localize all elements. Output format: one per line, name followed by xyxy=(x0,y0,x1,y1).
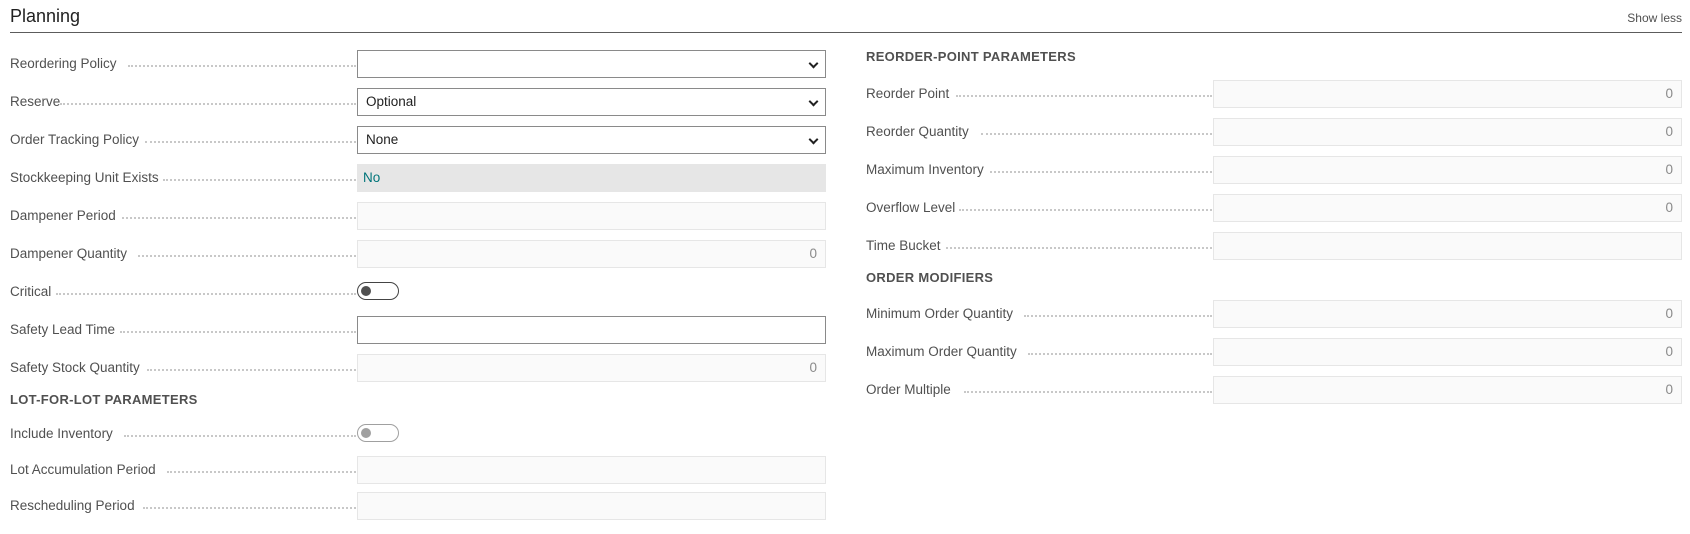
include-inventory-toggle xyxy=(357,424,399,442)
order-tracking-policy-select[interactable]: None xyxy=(357,126,826,154)
field-row-safety-stock-quantity: Safety Stock Quantity 0 xyxy=(10,354,826,382)
field-label: Time Bucket xyxy=(866,238,941,253)
dotted-leader xyxy=(145,141,356,143)
lot-for-lot-section-heading: LOT-FOR-LOT PARAMETERS xyxy=(10,392,198,407)
dotted-leader xyxy=(147,369,356,371)
dotted-leader xyxy=(946,247,1212,249)
field-row-time-bucket: Time Bucket xyxy=(866,232,1682,260)
field-row-overflow-level: Overflow Level 0 xyxy=(866,194,1682,222)
field-row-lot-accumulation-period: Lot Accumulation Period xyxy=(10,456,826,484)
dotted-leader xyxy=(163,179,356,181)
field-label: Critical xyxy=(10,284,52,299)
dampener-quantity-field: 0 xyxy=(357,240,826,268)
dotted-leader xyxy=(124,435,356,437)
time-bucket-field xyxy=(1213,232,1682,260)
dotted-leader xyxy=(981,133,1212,135)
maximum-inventory-field: 0 xyxy=(1213,156,1682,184)
field-label: Maximum Inventory xyxy=(866,162,984,177)
chevron-down-icon xyxy=(808,134,819,145)
field-row-critical: Critical xyxy=(10,278,826,306)
field-row-reorder-point: Reorder Point 0 xyxy=(866,80,1682,108)
field-label: Order Tracking Policy xyxy=(10,132,140,147)
field-label: Dampener Period xyxy=(10,208,116,223)
minimum-order-quantity-field: 0 xyxy=(1213,300,1682,328)
field-label: Rescheduling Period xyxy=(10,498,135,513)
reordering-policy-select[interactable] xyxy=(357,50,826,78)
dotted-leader xyxy=(143,507,356,509)
field-row-dampener-period: Dampener Period xyxy=(10,202,826,230)
dotted-leader xyxy=(956,95,1212,97)
section-title: Planning xyxy=(10,6,81,26)
field-row-safety-lead-time: Safety Lead Time xyxy=(10,316,826,344)
field-label: Overflow Level xyxy=(866,200,956,215)
field-label: Include Inventory xyxy=(10,426,113,441)
field-row-order-tracking-policy: Order Tracking Policy None xyxy=(10,126,826,154)
safety-lead-time-input[interactable] xyxy=(357,316,826,344)
field-label: Safety Lead Time xyxy=(10,322,116,337)
field-label: Reorder Quantity xyxy=(866,124,969,139)
field-row-minimum-order-quantity: Minimum Order Quantity 0 xyxy=(866,300,1682,328)
chevron-down-icon xyxy=(808,96,819,107)
dotted-leader xyxy=(122,217,356,219)
field-label: Minimum Order Quantity xyxy=(866,306,1014,321)
field-label: Reordering Policy xyxy=(10,56,117,71)
stockkeeping-unit-exists-link[interactable]: No xyxy=(357,164,826,192)
dotted-leader xyxy=(1024,315,1212,317)
field-row-stockkeeping-unit-exists: Stockkeeping Unit Exists No xyxy=(10,164,826,192)
dotted-leader xyxy=(56,293,356,295)
dotted-leader xyxy=(60,103,356,105)
maximum-order-quantity-field: 0 xyxy=(1213,338,1682,366)
reorder-quantity-field: 0 xyxy=(1213,118,1682,146)
field-row-maximum-order-quantity: Maximum Order Quantity 0 xyxy=(866,338,1682,366)
order-modifiers-section-heading: ORDER MODIFIERS xyxy=(866,270,994,285)
field-label: Maximum Order Quantity xyxy=(866,344,1017,359)
overflow-level-field: 0 xyxy=(1213,194,1682,222)
reorder-point-field: 0 xyxy=(1213,80,1682,108)
safety-stock-quantity-field: 0 xyxy=(357,354,826,382)
reorder-point-section-heading: REORDER-POINT PARAMETERS xyxy=(866,49,1076,64)
toggle-knob xyxy=(361,286,371,296)
dotted-leader xyxy=(964,391,1212,393)
dotted-leader xyxy=(128,65,356,67)
critical-toggle[interactable] xyxy=(357,282,399,300)
field-row-reorder-quantity: Reorder Quantity 0 xyxy=(866,118,1682,146)
field-label: Lot Accumulation Period xyxy=(10,462,156,477)
rescheduling-period-field xyxy=(357,492,826,520)
field-row-reserve: Reserve Optional xyxy=(10,88,826,116)
field-label: Stockkeeping Unit Exists xyxy=(10,170,159,185)
field-row-rescheduling-period: Rescheduling Period xyxy=(10,492,826,520)
chevron-down-icon xyxy=(808,58,819,69)
dotted-leader xyxy=(167,471,356,473)
field-row-include-inventory: Include Inventory xyxy=(10,420,826,448)
lot-accumulation-period-field xyxy=(357,456,826,484)
field-label: Safety Stock Quantity xyxy=(10,360,140,375)
field-row-maximum-inventory: Maximum Inventory 0 xyxy=(866,156,1682,184)
dotted-leader xyxy=(959,209,1212,211)
dotted-leader xyxy=(120,331,356,333)
dotted-leader xyxy=(1028,353,1212,355)
field-row-dampener-quantity: Dampener Quantity 0 xyxy=(10,240,826,268)
reserve-select[interactable]: Optional xyxy=(357,88,826,116)
field-row-reordering-policy: Reordering Policy xyxy=(10,50,826,78)
field-row-order-multiple: Order Multiple 0 xyxy=(866,376,1682,404)
order-multiple-field: 0 xyxy=(1213,376,1682,404)
dotted-leader xyxy=(990,171,1212,173)
field-label: Dampener Quantity xyxy=(10,246,128,261)
field-label: Reserve xyxy=(10,94,61,109)
field-label: Order Multiple xyxy=(866,382,951,397)
toggle-knob xyxy=(361,428,371,438)
dotted-leader xyxy=(138,255,356,257)
dampener-period-field xyxy=(357,202,826,230)
section-header: Planning Show less xyxy=(10,0,1682,33)
show-less-link[interactable]: Show less xyxy=(1627,11,1682,25)
field-label: Reorder Point xyxy=(866,86,950,101)
